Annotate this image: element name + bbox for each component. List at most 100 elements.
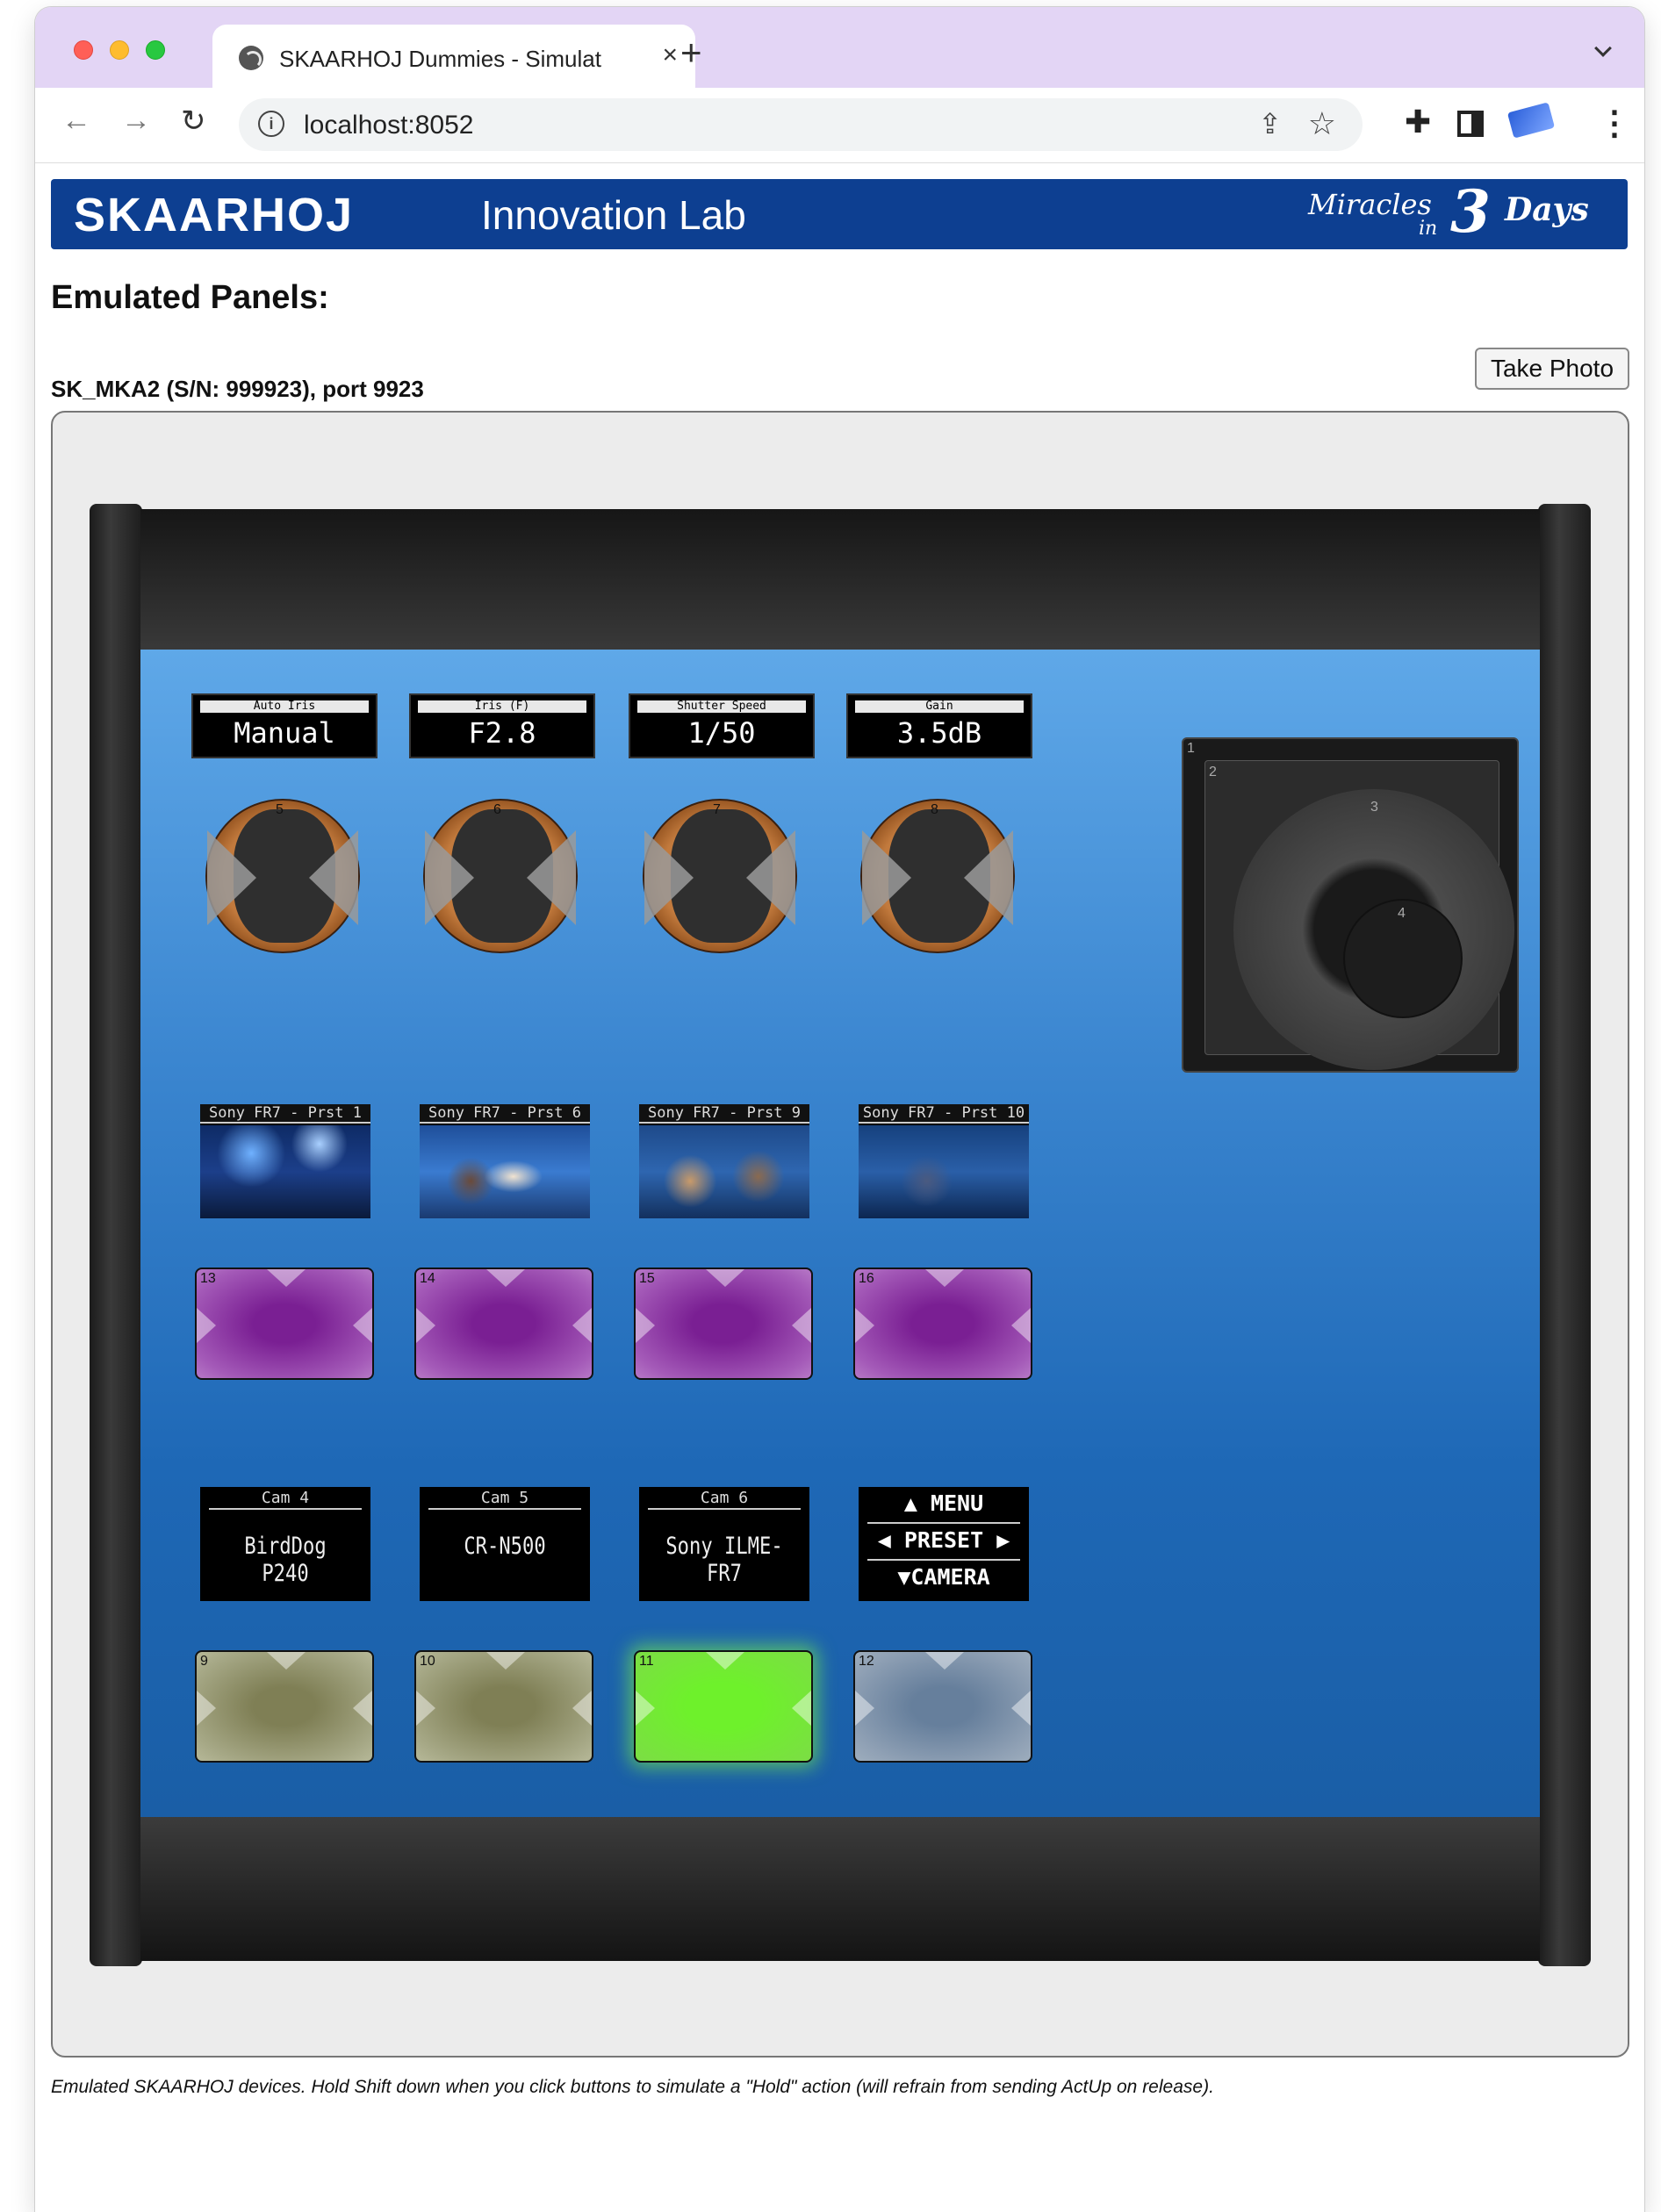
url-text[interactable]: localhost:8052 (304, 111, 473, 140)
close-window-button[interactable] (74, 40, 93, 60)
encoder-knob-6[interactable]: 6 (423, 799, 578, 953)
button-right-arrow-icon (572, 1308, 592, 1343)
extension-pen-icon[interactable] (1506, 102, 1556, 139)
button-right-arrow-icon (792, 1308, 811, 1343)
button-number: 16 (859, 1271, 874, 1286)
encoder-knob-8[interactable]: 8 (860, 799, 1015, 953)
button-left-arrow-icon (416, 1308, 435, 1343)
browser-tab[interactable]: SKAARHOJ Dummies - Simulat × (212, 25, 695, 88)
button-9[interactable]: 9 (195, 1650, 374, 1763)
panel-stage: Auto Iris Manual Iris (F) F2.8 Shutter S… (51, 411, 1629, 2058)
tab-title: SKAARHOJ Dummies - Simulat (279, 46, 601, 72)
display-auto-iris: Auto Iris Manual (191, 693, 378, 758)
minimize-window-button[interactable] (110, 40, 129, 60)
knob-number: 8 (931, 802, 938, 817)
display-value: 1/50 (687, 716, 756, 750)
joystick-pad[interactable]: 2 4 3 (1204, 760, 1514, 1070)
button-right-arrow-icon (572, 1691, 592, 1726)
preset-thumbnail-4: Sony FR7 - Prst 10 (859, 1104, 1029, 1218)
back-arrow-icon[interactable]: ← (61, 104, 91, 138)
knob-number: 5 (276, 802, 284, 817)
extensions-puzzle-icon[interactable]: ✚ (1405, 104, 1431, 140)
joystick-number-3: 3 (1370, 800, 1378, 815)
more-menu-icon[interactable]: ⋮ (1598, 104, 1631, 143)
concert-thumbnail-image (200, 1125, 370, 1218)
device-side-left (90, 504, 142, 1966)
button-right-arrow-icon (353, 1691, 372, 1726)
cam-heading: Cam 5 (428, 1489, 581, 1510)
panel-title: SK_MKA2 (S/N: 999923), port 9923 (51, 376, 424, 402)
cam-heading: Cam 6 (648, 1489, 801, 1510)
knob-left-arrow-icon[interactable] (862, 830, 911, 925)
lab-title: Innovation Lab (481, 192, 746, 238)
knob-left-arrow-icon[interactable] (425, 830, 474, 925)
footnote: Emulated SKAARHOJ devices. Hold Shift do… (51, 2077, 1214, 2097)
slogan-logo: Miracles in 3 Days (1308, 177, 1615, 246)
encoder-knob-5[interactable]: 5 (205, 799, 360, 953)
display-gain: Gain 3.5dB (846, 693, 1032, 758)
new-tab-button[interactable]: + (680, 32, 702, 74)
knob-right-arrow-icon[interactable] (746, 830, 795, 925)
button-number: 10 (420, 1654, 435, 1669)
button-12[interactable]: 12 (853, 1650, 1032, 1763)
tab-close-icon[interactable]: × (662, 40, 678, 70)
cam-heading: Cam 4 (209, 1489, 362, 1510)
button-right-arrow-icon (1011, 1308, 1031, 1343)
emulated-device: Auto Iris Manual Iris (F) F2.8 Shutter S… (90, 504, 1591, 1966)
button-10[interactable]: 10 (414, 1650, 593, 1763)
button-up-arrow-icon (486, 1652, 525, 1670)
knob-right-arrow-icon[interactable] (964, 830, 1013, 925)
button-number: 13 (200, 1271, 216, 1286)
joystick-number-1: 1 (1187, 741, 1195, 756)
button-up-arrow-icon (486, 1269, 525, 1287)
joystick[interactable]: 1 2 4 3 (1182, 737, 1519, 1073)
button-15[interactable]: 15 (634, 1268, 813, 1380)
encoder-knob-7[interactable]: 7 (643, 799, 797, 953)
button-13[interactable]: 13 (195, 1268, 374, 1380)
display-value: F2.8 (468, 716, 536, 750)
browser-window: SKAARHOJ Dummies - Simulat × + ← → ↻ i l… (35, 7, 1644, 2212)
preset-thumbnail-1: Sony FR7 - Prst 1 (200, 1104, 370, 1218)
cam-display-5: Cam 5 CR-N500 (420, 1487, 590, 1601)
menu-row-camera: ▼CAMERA (897, 1564, 990, 1590)
display-iris: Iris (F) F2.8 (409, 693, 595, 758)
button-14[interactable]: 14 (414, 1268, 593, 1380)
button-left-arrow-icon (636, 1308, 655, 1343)
header-banner: SKAARHOJ Innovation Lab Miracles in 3 Da… (51, 177, 1628, 249)
button-up-arrow-icon (267, 1269, 306, 1287)
knob-right-arrow-icon[interactable] (309, 830, 358, 925)
slogan-text-2: in (1419, 218, 1438, 240)
display-label: Iris (F) (418, 700, 586, 713)
take-photo-button[interactable]: Take Photo (1475, 348, 1629, 390)
reload-icon[interactable]: ↻ (181, 104, 206, 139)
brand-logo: SKAARHOJ (74, 189, 355, 241)
address-bar[interactable]: i localhost:8052 ⇪ ☆ (239, 98, 1363, 151)
share-icon[interactable]: ⇪ (1258, 107, 1282, 140)
joystick-ring[interactable]: 4 3 (1233, 789, 1514, 1070)
preset-thumbnail-2: Sony FR7 - Prst 6 (420, 1104, 590, 1218)
page-content: SKAARHOJ Innovation Lab Miracles in 3 Da… (35, 163, 1644, 2212)
device-face: Auto Iris Manual Iris (F) F2.8 Shutter S… (140, 650, 1540, 1817)
button-number: 14 (420, 1271, 435, 1286)
button-left-arrow-icon (197, 1691, 216, 1726)
button-16[interactable]: 16 (853, 1268, 1032, 1380)
bookmark-star-icon[interactable]: ☆ (1308, 105, 1336, 142)
chevron-down-icon[interactable] (1594, 40, 1612, 57)
knob-left-arrow-icon[interactable] (207, 830, 256, 925)
slogan-text-4: Days (1505, 191, 1589, 228)
side-panel-icon[interactable] (1457, 111, 1484, 137)
joystick-cap[interactable]: 4 (1343, 899, 1463, 1018)
display-value: 3.5dB (896, 716, 982, 750)
knob-left-arrow-icon[interactable] (644, 830, 694, 925)
concert-thumbnail-image (420, 1125, 590, 1218)
forward-arrow-icon[interactable]: → (121, 104, 151, 138)
preset-thumbnail-3: Sony FR7 - Prst 9 (639, 1104, 809, 1218)
button-11[interactable]: 11 (634, 1650, 813, 1763)
info-icon[interactable]: i (258, 111, 284, 137)
concert-thumbnail-image (639, 1125, 809, 1218)
knob-right-arrow-icon[interactable] (527, 830, 576, 925)
maximize-window-button[interactable] (146, 40, 165, 60)
concert-thumbnail-image (859, 1125, 1029, 1218)
cam-value: Sony ILME-FR7 (665, 1533, 783, 1587)
display-label: Shutter Speed (637, 700, 806, 713)
